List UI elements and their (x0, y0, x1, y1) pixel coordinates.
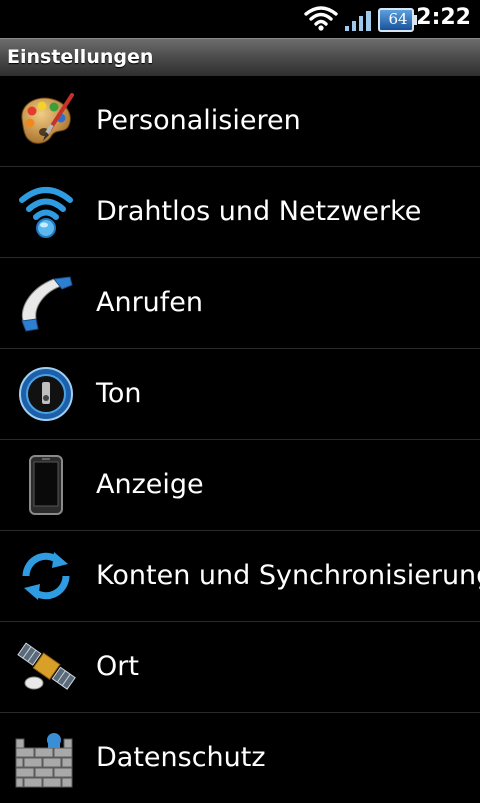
satellite-icon (17, 642, 76, 690)
sync-icon (22, 552, 70, 600)
settings-item-personalize[interactable]: Personalisieren (0, 76, 480, 167)
settings-item-calls[interactable]: Anrufen (0, 258, 480, 349)
wifi-status-icon (304, 6, 338, 31)
settings-item-label: Ort (96, 651, 139, 682)
speaker-icon (19, 367, 73, 421)
settings-item-label: Konten und Synchronisierung (96, 560, 480, 591)
settings-item-wireless[interactable]: Drahtlos und Netzwerke (0, 167, 480, 258)
settings-item-sound[interactable]: Ton (0, 349, 480, 440)
settings-list: Personalisieren Drahtlos und Netzwerke A… (0, 76, 480, 803)
wifi-icon (19, 187, 73, 238)
clock: 2:22 (416, 5, 471, 30)
signal-icon (345, 11, 371, 31)
title-bar: Einstellungen (0, 38, 480, 76)
firewall-icon (15, 733, 73, 788)
phone-icon (21, 276, 73, 332)
settings-item-accounts-sync[interactable]: Konten und Synchronisierung (0, 531, 480, 622)
settings-item-display[interactable]: Anzeige (0, 440, 480, 531)
settings-item-label: Drahtlos und Netzwerke (96, 196, 422, 227)
settings-item-label: Datenschutz (96, 742, 266, 773)
battery-level: 64 (388, 10, 408, 28)
palette-icon (21, 93, 74, 144)
settings-item-label: Ton (96, 378, 142, 409)
page-title: Einstellungen (7, 46, 154, 68)
settings-item-privacy[interactable]: Datenschutz (0, 713, 480, 803)
settings-item-label: Anzeige (96, 469, 204, 500)
settings-item-label: Anrufen (96, 287, 204, 318)
display-phone-icon (29, 455, 63, 515)
status-bar: 64 2:22 (0, 0, 480, 38)
settings-item-location[interactable]: Ort (0, 622, 480, 713)
settings-item-label: Personalisieren (96, 105, 301, 136)
